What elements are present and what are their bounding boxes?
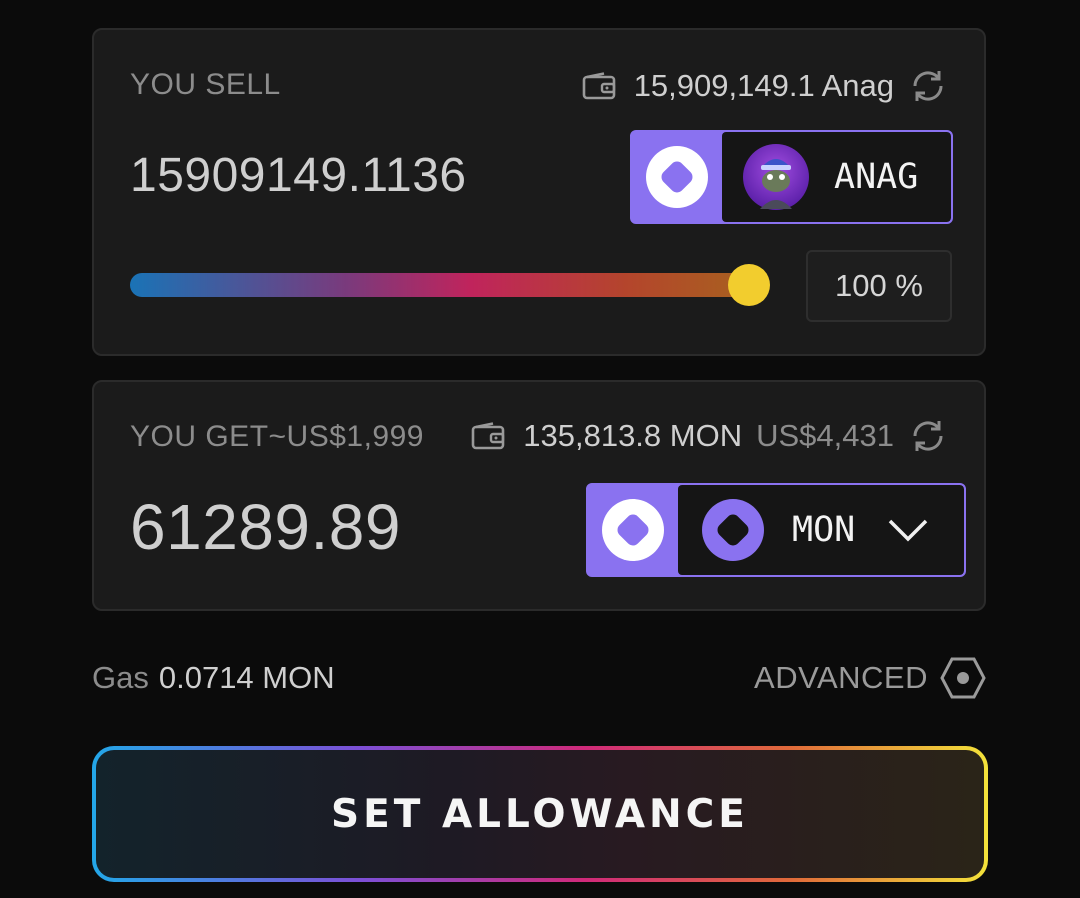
monad-logo-icon xyxy=(702,499,764,561)
advanced-button[interactable]: ADVANCED xyxy=(754,656,986,700)
wallet-icon xyxy=(582,72,615,100)
hexagon-settings-icon xyxy=(940,657,986,699)
set-allowance-label: SET ALLOWANCE xyxy=(96,750,984,878)
sell-token-selector[interactable]: ANAG xyxy=(630,130,953,224)
sell-balance-text: 15,909,149.1 Anag xyxy=(633,68,894,103)
chevron-down-icon xyxy=(888,519,928,542)
get-usd-estimate: ~US$1,999 xyxy=(268,420,424,453)
percent-slider-track[interactable] xyxy=(130,273,750,297)
get-balance-usd: US$4,431 xyxy=(756,418,894,453)
get-label-group: YOU GET~US$1,999 xyxy=(130,420,424,454)
sell-token-name: ANAG xyxy=(834,157,919,197)
refresh-icon[interactable] xyxy=(908,416,948,456)
sell-label: YOU SELL xyxy=(130,68,281,101)
get-balance: 135,813.8 MON US$4,431 xyxy=(471,416,948,456)
pepe-avatar-icon xyxy=(743,144,809,210)
get-label: YOU GET xyxy=(130,420,269,453)
monad-logo-icon xyxy=(632,132,722,222)
get-balance-text: 135,813.8 MON xyxy=(523,418,743,453)
wallet-icon xyxy=(471,422,505,450)
gas-row: Gas 0.0714 MON xyxy=(92,660,335,696)
get-amount: 61289.89 xyxy=(130,491,401,563)
sell-amount-input[interactable]: 15909149.1136 xyxy=(130,148,467,203)
advanced-label: ADVANCED xyxy=(754,660,928,695)
set-allowance-button[interactable]: SET ALLOWANCE xyxy=(92,746,988,882)
gas-label: Gas xyxy=(92,660,149,695)
sell-balance: 15,909,149.1 Anag xyxy=(582,66,948,106)
percent-slider-thumb[interactable] xyxy=(728,264,770,306)
get-token-selector[interactable]: MON xyxy=(586,483,966,577)
get-token-name: MON xyxy=(792,510,856,550)
percent-input[interactable]: 100 % xyxy=(806,250,952,322)
get-panel: YOU GET~US$1,999 135,813.8 MON US$4,431 … xyxy=(92,380,986,611)
refresh-icon[interactable] xyxy=(908,66,948,106)
monad-logo-icon xyxy=(588,485,678,575)
gas-value: 0.0714 MON xyxy=(158,660,335,695)
sell-panel: YOU SELL 15,909,149.1 Anag 15909149.1136 xyxy=(92,28,986,356)
